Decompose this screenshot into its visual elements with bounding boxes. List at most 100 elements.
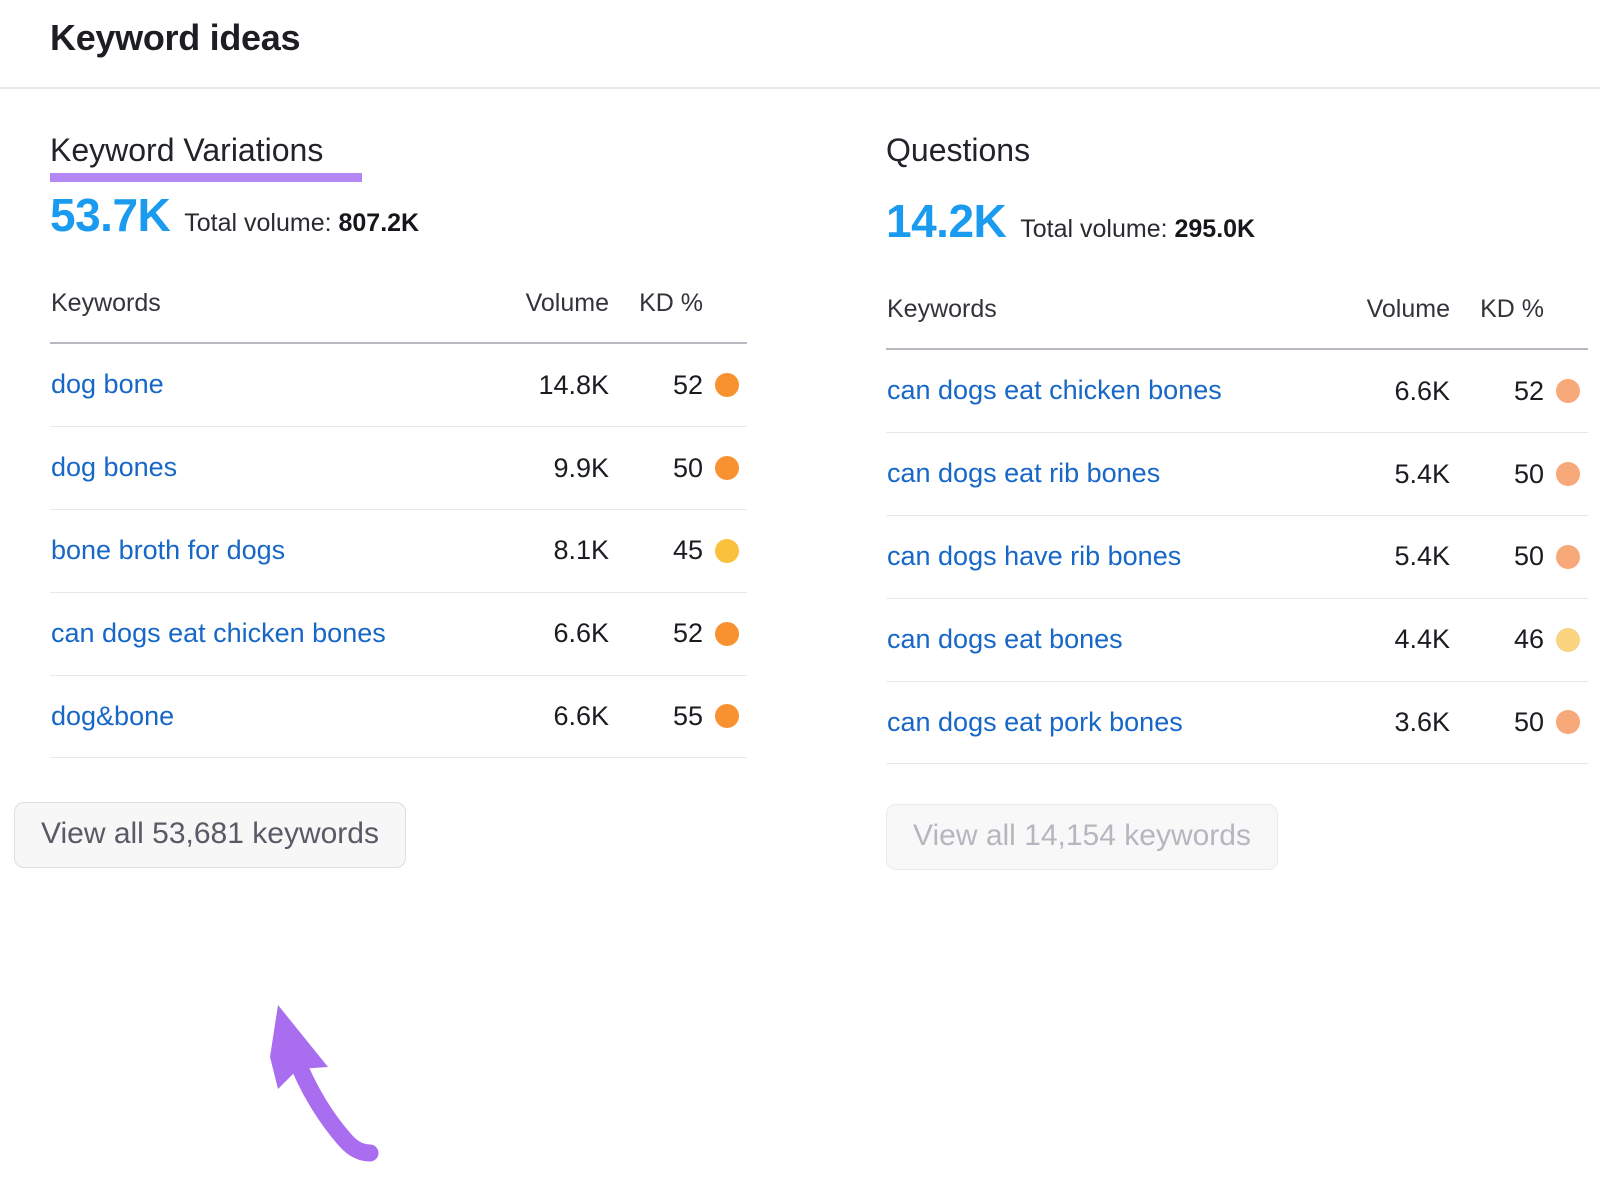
- panel-questions: Questions 14.2K Total volume: 295.0K Key…: [838, 131, 1600, 871]
- column-header-kd[interactable]: KD %: [1451, 294, 1588, 351]
- keyword-cell: can dogs eat bones: [886, 598, 1286, 682]
- panel-heading-questions: Questions: [886, 132, 1031, 168]
- summary-questions: 14.2K Total volume: 295.0K: [886, 194, 1600, 248]
- kd-difficulty-dot-icon: [715, 538, 739, 563]
- kd-value: 52: [672, 618, 703, 649]
- kd-difficulty-dot-icon: [715, 456, 739, 481]
- keyword-link[interactable]: can dogs eat rib bones: [887, 455, 1160, 493]
- table-row: bone broth for dogs 8.1K 45: [50, 509, 747, 593]
- kd-cell: 45: [610, 509, 747, 593]
- volume-cell: 6.6K: [1286, 349, 1451, 434]
- volume-cell: 14.8K: [450, 343, 610, 428]
- keyword-link[interactable]: dog&bone: [51, 698, 174, 736]
- volume-cell: 6.6K: [450, 592, 610, 676]
- keyword-ideas-panels: Keyword Variations 53.7K Total volume: 8…: [0, 89, 1600, 871]
- keyword-link[interactable]: bone broth for dogs: [51, 532, 285, 570]
- table-row: can dogs eat pork bones 3.6K 50: [886, 681, 1588, 765]
- page-title: Keyword ideas: [50, 17, 301, 58]
- kd-difficulty-dot-icon: [1556, 379, 1580, 404]
- kd-value: 46: [1513, 624, 1544, 655]
- volume-cell: 6.6K: [450, 675, 610, 759]
- keyword-cell: can dogs eat pork bones: [886, 681, 1286, 765]
- keyword-cell: dog&bone: [50, 675, 450, 759]
- volume-cell: 4.4K: [1286, 598, 1451, 682]
- page-header: Keyword ideas: [0, 0, 1600, 89]
- table-row: can dogs eat chicken bones 6.6K 52: [50, 592, 747, 676]
- volume-cell: 9.9K: [450, 426, 610, 510]
- kd-difficulty-dot-icon: [715, 621, 739, 646]
- keyword-link[interactable]: can dogs eat chicken bones: [51, 615, 386, 653]
- table-row: can dogs eat chicken bones 6.6K 52: [886, 349, 1588, 434]
- kd-cell: 52: [1451, 349, 1588, 434]
- total-volume-line: Total volume: 295.0K: [1020, 215, 1255, 244]
- kd-cell: 50: [1451, 681, 1588, 765]
- heading-underline-highlight: [50, 173, 362, 183]
- kd-cell: 55: [610, 675, 747, 759]
- kd-value: 50: [1513, 541, 1544, 572]
- volume-cell: 3.6K: [1286, 681, 1451, 765]
- volume-cell: 5.4K: [1286, 515, 1451, 599]
- kd-cell: 52: [610, 343, 747, 428]
- kd-cell: 50: [1451, 432, 1588, 516]
- keyword-cell: can dogs eat chicken bones: [50, 592, 450, 676]
- table-header-row: Keywords Volume KD %: [886, 294, 1588, 351]
- kd-difficulty-dot-icon: [1556, 627, 1580, 652]
- column-header-kd[interactable]: KD %: [610, 288, 747, 345]
- table-row: can dogs have rib bones 5.4K 50: [886, 515, 1588, 599]
- keyword-variations-table: Keywords Volume KD % dog bone 14.8K 52 d…: [50, 288, 747, 759]
- kd-difficulty-dot-icon: [715, 373, 739, 398]
- annotation-arrow-tail: [285, 1044, 379, 1162]
- kd-value: 52: [1513, 375, 1544, 406]
- heading-underline-spacer: [886, 169, 1600, 188]
- table-header-row: Keywords Volume KD %: [50, 288, 747, 345]
- keyword-link[interactable]: dog bone: [51, 366, 164, 404]
- kd-difficulty-dot-icon: [1556, 710, 1580, 735]
- keyword-cell: can dogs have rib bones: [886, 515, 1286, 599]
- column-header-keywords[interactable]: Keywords: [50, 288, 450, 345]
- kd-difficulty-dot-icon: [715, 704, 739, 729]
- volume-cell: 5.4K: [1286, 432, 1451, 516]
- kd-cell: 50: [610, 426, 747, 510]
- view-all-keyword-variations-button[interactable]: View all 53,681 keywords: [14, 802, 406, 869]
- panel-heading-keyword-variations: Keyword Variations: [50, 132, 324, 168]
- kd-value: 55: [672, 700, 703, 731]
- keyword-link[interactable]: can dogs eat bones: [887, 621, 1123, 659]
- keyword-link[interactable]: can dogs have rib bones: [887, 538, 1181, 576]
- keyword-cell: dog bones: [50, 426, 450, 510]
- kd-cell: 52: [610, 592, 747, 676]
- column-header-keywords[interactable]: Keywords: [886, 294, 1286, 351]
- annotation-arrow-head: [270, 1005, 328, 1089]
- total-volume-value: 295.0K: [1174, 215, 1256, 244]
- kd-difficulty-dot-icon: [1556, 544, 1580, 569]
- kd-value: 45: [672, 535, 703, 566]
- kd-cell: 46: [1451, 598, 1588, 682]
- keyword-link[interactable]: can dogs eat chicken bones: [887, 372, 1222, 410]
- kd-value: 50: [1513, 458, 1544, 489]
- summary-keyword-variations: 53.7K Total volume: 807.2K: [50, 188, 838, 242]
- table-row: dog&bone 6.6K 55: [50, 675, 747, 759]
- total-volume-label: Total volume:: [184, 209, 332, 238]
- keyword-cell: can dogs eat chicken bones: [886, 349, 1286, 434]
- keyword-count-value: 53.7K: [50, 189, 171, 242]
- table-row: can dogs eat rib bones 5.4K 50: [886, 432, 1588, 516]
- keyword-link[interactable]: can dogs eat pork bones: [887, 704, 1183, 742]
- table-row: can dogs eat bones 4.4K 46: [886, 598, 1588, 682]
- view-all-questions-button[interactable]: View all 14,154 keywords: [886, 804, 1278, 871]
- keyword-cell: dog bone: [50, 343, 450, 428]
- keyword-variations-rows: dog bone 14.8K 52 dog bones 9.9K 50 bone…: [50, 343, 747, 759]
- kd-value: 50: [672, 452, 703, 483]
- total-volume-label: Total volume:: [1020, 215, 1168, 244]
- total-volume-line: Total volume: 807.2K: [184, 209, 419, 238]
- keyword-link[interactable]: dog bones: [51, 449, 177, 487]
- questions-rows: can dogs eat chicken bones 6.6K 52 can d…: [886, 349, 1588, 765]
- keyword-cell: bone broth for dogs: [50, 509, 450, 593]
- table-row: dog bone 14.8K 52: [50, 343, 747, 428]
- kd-value: 52: [672, 369, 703, 400]
- column-header-volume[interactable]: Volume: [450, 288, 610, 345]
- table-row: dog bones 9.9K 50: [50, 426, 747, 510]
- total-volume-value: 807.2K: [338, 209, 420, 238]
- question-count-value: 14.2K: [886, 195, 1007, 248]
- questions-table: Keywords Volume KD % can dogs eat chicke…: [886, 294, 1588, 765]
- column-header-volume[interactable]: Volume: [1286, 294, 1451, 351]
- annotation-arrow-icon: [270, 1005, 379, 1162]
